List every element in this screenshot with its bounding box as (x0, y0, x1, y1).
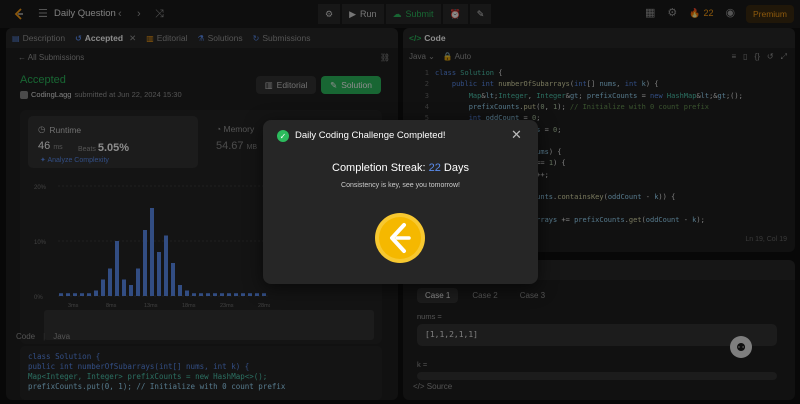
check-circle-icon: ✓ (277, 130, 289, 142)
streak-prefix: Completion Streak: (332, 162, 426, 174)
completion-streak: Completion Streak: 22 Days (263, 162, 538, 174)
modal-title: Daily Coding Challenge Completed! (295, 130, 446, 141)
modal-subtitle: Consistency is key, see you tomorrow! (341, 182, 460, 189)
close-icon[interactable]: ✕ (511, 127, 522, 143)
streak-number: 22 (428, 162, 441, 174)
streak-suffix: Days (443, 162, 469, 174)
leetcode-coin-icon (375, 213, 425, 263)
daily-challenge-modal: ✓ Daily Coding Challenge Completed! ✕ Co… (263, 120, 538, 284)
